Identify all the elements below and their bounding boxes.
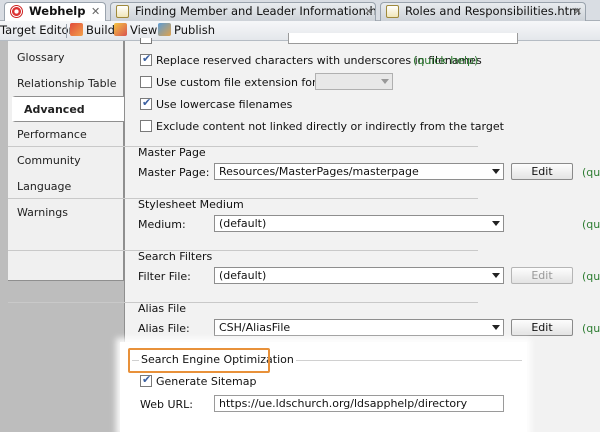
web-url-input[interactable]: https://ue.ldschurch.org/ldsapphelp/dire… [214,395,504,412]
quick-help-link[interactable]: (quick help) [413,54,478,67]
topic-icon [386,5,399,18]
web-url-label: Web URL: [140,398,194,411]
build-icon [70,23,83,36]
alias-file-edit-button[interactable]: Edit [511,319,573,336]
checkbox-partial[interactable] [140,38,152,44]
partial-field[interactable] [288,33,518,44]
lowercase-filenames-label: Use lowercase filenames [156,98,293,111]
generate-sitemap-label: Generate Sitemap [156,375,257,388]
nav-item-community[interactable]: Community [8,148,124,174]
chevron-down-icon [492,221,500,226]
webhelp-target-icon [10,5,23,18]
filter-file-edit-button[interactable]: Edit [511,267,573,284]
search-filters-section [8,250,478,251]
view-icon [114,23,127,36]
nav-item-performance[interactable]: Performance [8,122,124,148]
tab-webhelp[interactable]: Webhelp ✕ [4,2,106,22]
master-page-dropdown[interactable]: Resources/MasterPages/masterpage [214,163,504,180]
nav-item-glossary[interactable]: Glossary [8,45,124,71]
master-page-section [8,146,478,147]
chevron-down-icon [492,169,500,174]
alias-file-section [8,302,478,303]
quick-help-link[interactable]: (quic [582,322,600,335]
medium-label: Medium: [138,218,186,231]
lowercase-filenames-checkbox[interactable] [140,96,152,110]
close-icon[interactable]: ✕ [573,3,582,20]
chevron-down-icon [492,325,500,330]
filter-file-label: Filter File: [138,270,191,283]
quick-help-link[interactable]: (quic [582,218,600,231]
document-tab-bar: Webhelp ✕ Finding Member and Leader Info… [0,0,600,22]
master-page-edit-button[interactable]: Edit [511,163,573,180]
alias-file-title: Alias File [138,302,187,315]
quick-help-link[interactable]: (quic [582,270,600,283]
seo-highlight-box [128,348,270,373]
exclude-content-checkbox[interactable] [140,120,152,132]
close-icon[interactable]: ✕ [364,3,373,20]
stylesheet-title: Stylesheet Medium [138,198,244,211]
toolbar-title: Target Editor [0,23,74,37]
alias-file-label: Alias File: [138,322,190,335]
alias-file-dropdown[interactable]: CSH/AliasFile [214,319,504,336]
close-icon[interactable]: ✕ [91,3,100,20]
nav-item-language[interactable]: Language [8,174,124,200]
nav-item-relationship-table[interactable]: Relationship Table [8,71,124,97]
replace-reserved-checkbox[interactable] [140,52,152,66]
custom-extension-checkbox[interactable] [140,76,152,88]
chevron-down-icon [381,79,389,84]
tab-roles[interactable]: Roles and Responsibilities.htm ✕ [380,2,586,21]
build-button[interactable]: Build [70,21,115,40]
master-page-title: Master Page [138,146,206,159]
tab-finding-member[interactable]: Finding Member and Leader Information.ht… [110,2,376,21]
generate-sitemap-checkbox[interactable] [140,373,152,387]
filter-file-dropdown[interactable]: (default) [214,267,504,284]
publish-icon [158,23,171,36]
exclude-content-label: Exclude content not linked directly or i… [156,120,504,133]
toolbar-separator [66,24,67,38]
master-page-label: Master Page: [138,166,210,179]
medium-dropdown[interactable]: (default) [214,215,504,232]
chevron-down-icon [492,273,500,278]
search-filters-title: Search Filters [138,250,213,263]
nav-item-advanced[interactable]: Advanced [12,96,125,122]
extension-dropdown[interactable] [315,73,393,90]
nav-item-warnings[interactable]: Warnings [8,200,124,226]
publish-button[interactable]: Publish [158,21,215,40]
quick-help-link[interactable]: (quic [582,166,600,179]
topic-icon [116,5,129,18]
